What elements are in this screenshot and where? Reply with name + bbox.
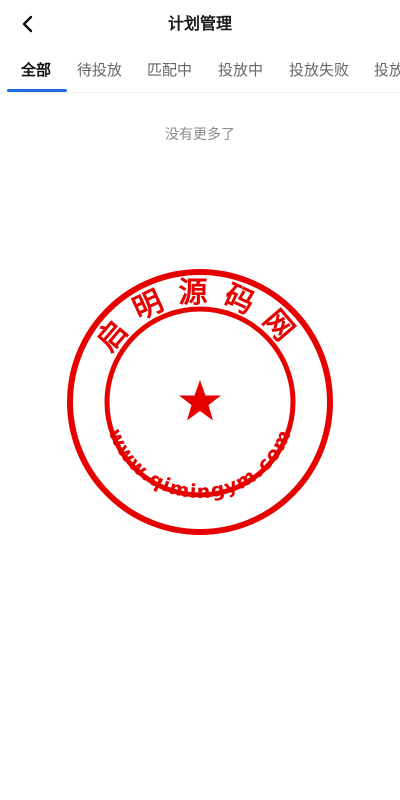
chevron-left-icon	[22, 15, 33, 33]
page-title: 计划管理	[167, 14, 232, 33]
tab-running[interactable]: 投放中	[218, 48, 263, 92]
nav-bar: 计划管理	[0, 0, 400, 48]
tab-matching[interactable]: 匹配中	[147, 48, 192, 92]
tab-failed[interactable]: 投放失败	[289, 48, 349, 92]
seal-bottom-text: www.qimingym.com	[104, 425, 296, 503]
tab-pending[interactable]: 待投放	[77, 48, 122, 92]
tab-bar: 全部 待投放 匹配中 投放中 投放失败 投放	[0, 48, 400, 93]
star-icon	[179, 380, 221, 421]
watermark-seal: 启明源码网 www.qimingym.com	[67, 269, 333, 535]
seal-top-text: 启明源码网	[90, 275, 311, 358]
tab-more[interactable]: 投放	[374, 48, 400, 92]
back-button[interactable]	[12, 8, 44, 40]
empty-list-message: 没有更多了	[165, 127, 235, 143]
tab-all[interactable]: 全部	[21, 48, 51, 92]
active-tab-indicator	[7, 89, 67, 92]
